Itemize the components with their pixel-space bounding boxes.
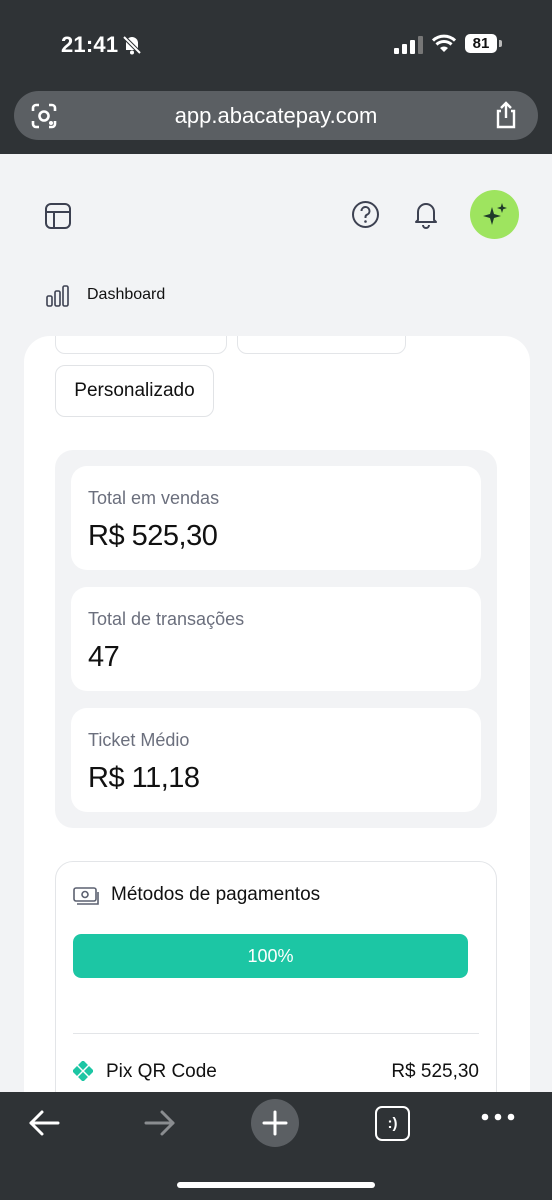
tabs-button[interactable]: :) bbox=[375, 1106, 410, 1141]
stat-label: Total em vendas bbox=[88, 488, 220, 508]
stat-value: 47 bbox=[88, 641, 120, 673]
forward-arrow-icon[interactable] bbox=[143, 1108, 177, 1138]
battery-tip bbox=[499, 40, 502, 47]
browser-toolbar: :) bbox=[0, 1092, 552, 1200]
payment-progress-bar: 100% bbox=[73, 934, 468, 978]
ellipsis-icon[interactable] bbox=[481, 1112, 515, 1122]
custom-period-button[interactable]: Personalizado bbox=[55, 365, 214, 417]
wifi-icon bbox=[432, 34, 456, 52]
stat-value: R$ 11,18 bbox=[88, 762, 200, 794]
back-arrow-icon[interactable] bbox=[27, 1108, 61, 1138]
method-value: R$ 525,30 bbox=[391, 1061, 479, 1082]
status-time: 21:41 bbox=[61, 32, 119, 57]
stat-card-total-sales: Total em vendas R$ 525,30 bbox=[71, 466, 481, 570]
payment-methods-card: Métodos de pagamentos 100% Pix QR Code R… bbox=[55, 861, 497, 1096]
payment-progress-fill: 100% bbox=[73, 934, 468, 978]
share-icon[interactable] bbox=[494, 101, 518, 129]
breadcrumb-dashboard[interactable]: Dashboard bbox=[87, 286, 165, 304]
ai-assistant-button[interactable] bbox=[470, 190, 519, 239]
sidebar-icon[interactable] bbox=[44, 202, 72, 230]
new-tab-button[interactable] bbox=[251, 1099, 299, 1147]
bell-icon[interactable] bbox=[411, 199, 441, 229]
signal-icon bbox=[394, 36, 423, 54]
money-icon bbox=[73, 887, 99, 905]
stat-label: Ticket Médio bbox=[88, 730, 190, 750]
divider bbox=[73, 1033, 479, 1034]
bell-slash-icon bbox=[122, 35, 142, 55]
progress-label: 100% bbox=[247, 945, 294, 966]
sparkles-icon bbox=[482, 202, 507, 225]
browser-chrome-top: 21:41 81 app.abacatepay.com bbox=[0, 0, 552, 154]
stat-label: Total de transações bbox=[88, 609, 245, 629]
battery-icon: 81 bbox=[465, 34, 497, 53]
period-filter-chip[interactable] bbox=[55, 336, 227, 354]
main-panel: Personalizado Total em vendas R$ 525,30 … bbox=[24, 336, 530, 1096]
method-name: Pix QR Code bbox=[106, 1061, 217, 1082]
url-text[interactable]: app.abacatepay.com bbox=[14, 103, 538, 129]
plus-icon bbox=[262, 1110, 288, 1136]
home-indicator bbox=[177, 1182, 375, 1188]
payment-methods-title: Métodos de pagamentos bbox=[111, 884, 321, 905]
pix-icon bbox=[73, 1061, 93, 1081]
stat-card-average-ticket: Ticket Médio R$ 11,18 bbox=[71, 708, 481, 812]
address-bar[interactable]: app.abacatepay.com bbox=[14, 91, 538, 140]
period-filter-chip[interactable] bbox=[237, 336, 406, 354]
stat-card-total-transactions: Total de transações 47 bbox=[71, 587, 481, 691]
app-header bbox=[0, 154, 552, 334]
help-icon[interactable] bbox=[351, 200, 380, 229]
stat-value: R$ 525,30 bbox=[88, 520, 218, 552]
stats-group: Total em vendas R$ 525,30 Total de trans… bbox=[55, 450, 497, 828]
bar-chart-icon bbox=[46, 285, 69, 307]
